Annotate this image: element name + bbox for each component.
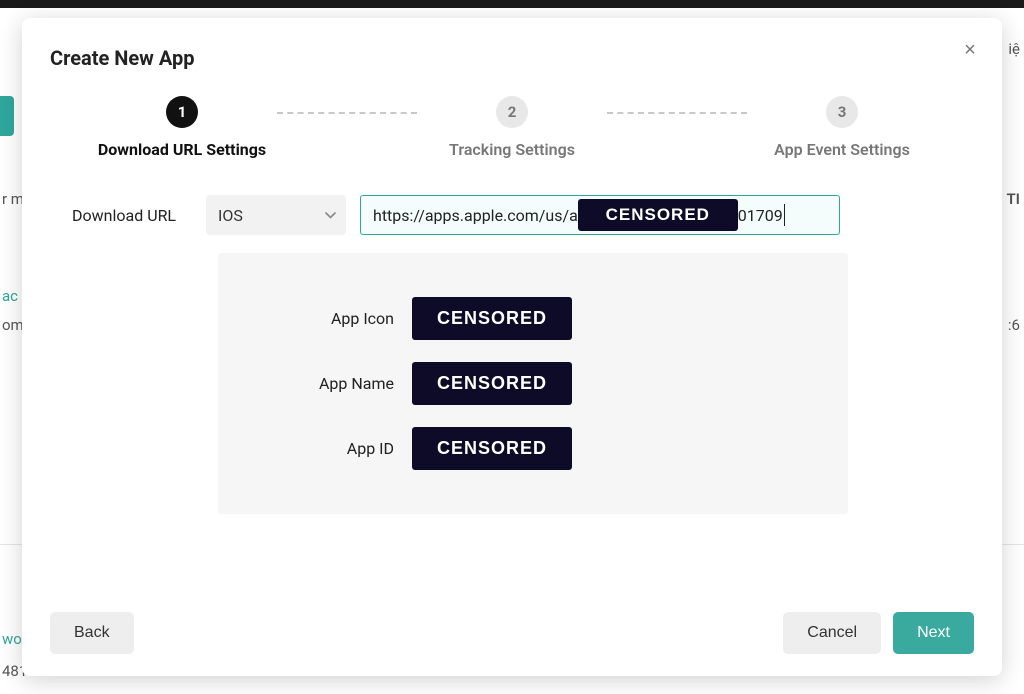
step-1[interactable]: 1 Download URL Settings <box>87 96 277 161</box>
create-app-modal: × Create New App 1 Download URL Settings… <box>22 18 1002 676</box>
back-button[interactable]: Back <box>50 612 134 654</box>
app-icon-value: CENSORED <box>412 297 572 340</box>
top-bar <box>0 0 1024 8</box>
bg-text: TI <box>1006 190 1020 208</box>
close-icon: × <box>964 39 976 62</box>
step-connector <box>277 112 417 114</box>
download-url-label: Download URL <box>72 206 192 225</box>
close-button[interactable]: × <box>956 36 984 64</box>
step-label: App Event Settings <box>774 138 910 161</box>
app-name-label: App Name <box>244 374 394 393</box>
step-3[interactable]: 3 App Event Settings <box>747 96 937 161</box>
app-id-value: CENSORED <box>412 427 572 470</box>
app-icon-row: App Icon CENSORED <box>244 297 822 340</box>
platform-selected-value: IOS <box>218 206 243 225</box>
url-text-prefix: https://apps.apple.com/us/a <box>373 206 578 225</box>
app-name-value: CENSORED <box>412 362 572 405</box>
app-icon-label: App Icon <box>244 309 394 328</box>
step-connector <box>607 112 747 114</box>
bg-text: :6 <box>1008 316 1020 334</box>
button-bar: Back Cancel Next <box>50 598 974 654</box>
download-url-row: Download URL IOS https://apps.apple.com/… <box>50 195 974 235</box>
bg-link: ac <box>2 287 18 305</box>
step-number: 2 <box>496 96 528 128</box>
app-name-row: App Name CENSORED <box>244 362 822 405</box>
next-button[interactable]: Next <box>893 612 974 654</box>
side-indicator <box>0 96 14 136</box>
bg-text: om <box>2 316 24 334</box>
step-2[interactable]: 2 Tracking Settings <box>417 96 607 161</box>
bg-text: iệ <box>1008 40 1020 58</box>
url-text-suffix: 01709 <box>738 206 783 225</box>
step-number: 3 <box>826 96 858 128</box>
step-label: Tracking Settings <box>449 138 575 161</box>
cancel-button[interactable]: Cancel <box>783 612 881 654</box>
step-number: 1 <box>166 96 198 128</box>
download-url-input[interactable]: https://apps.apple.com/us/a CENSORED 017… <box>360 195 840 235</box>
step-label: Download URL Settings <box>98 138 266 161</box>
app-id-label: App ID <box>244 439 394 458</box>
bg-link: wo <box>2 630 22 648</box>
text-cursor <box>784 204 785 226</box>
app-id-row: App ID CENSORED <box>244 427 822 470</box>
platform-select[interactable]: IOS <box>206 195 346 235</box>
modal-title: Create New App <box>50 46 974 70</box>
censored-block: CENSORED <box>578 199 738 231</box>
stepper: 1 Download URL Settings 2 Tracking Setti… <box>50 96 974 161</box>
chevron-down-icon <box>325 208 336 222</box>
app-info-panel: App Icon CENSORED App Name CENSORED App … <box>218 253 848 514</box>
bg-text: r m <box>2 190 24 208</box>
